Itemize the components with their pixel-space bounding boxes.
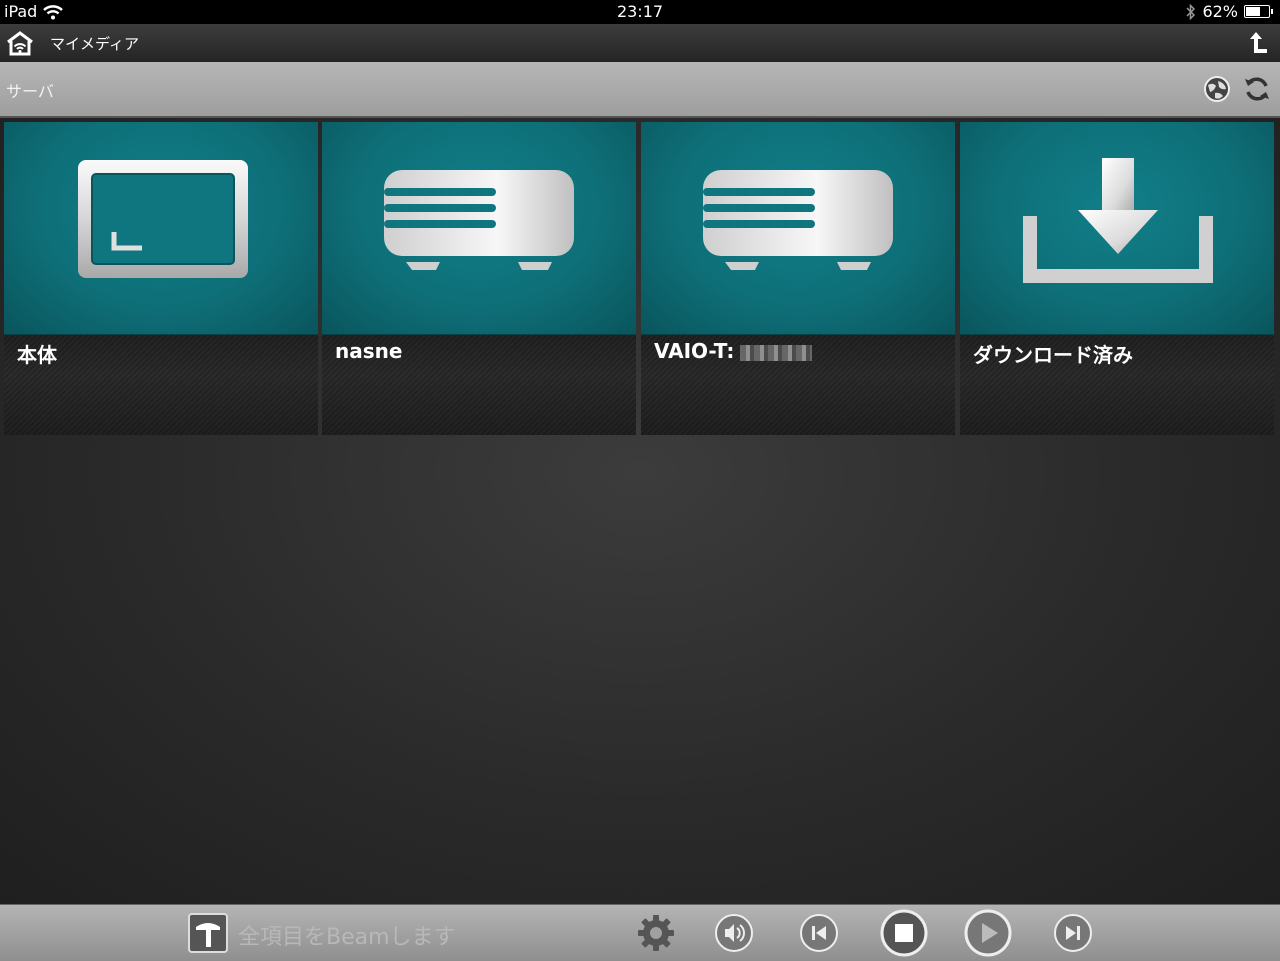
server-bar: サーバ	[0, 62, 1280, 118]
battery-icon	[1244, 5, 1273, 18]
play-icon[interactable]	[964, 909, 1012, 957]
beam-logo-icon[interactable]	[188, 913, 228, 953]
tile-name: VAIO-T:	[654, 339, 813, 363]
server-tile-downloaded[interactable]: ダウンロード済み	[960, 122, 1274, 435]
skip-next-icon[interactable]	[1053, 913, 1093, 953]
server-device-icon	[703, 170, 893, 270]
refresh-icon[interactable]	[1242, 74, 1272, 104]
server-label: サーバ	[6, 82, 54, 101]
volume-icon[interactable]	[714, 913, 754, 953]
tile-name: 本体	[17, 343, 57, 367]
tile-name: ダウンロード済み	[973, 343, 1133, 367]
battery-percent: 62%	[1202, 2, 1238, 21]
server-tile-vaio[interactable]: VAIO-T:	[641, 122, 955, 435]
download-icon	[1023, 158, 1213, 283]
player-toolbar: 全項目をBeamします	[0, 904, 1280, 961]
tablet-icon	[78, 160, 248, 278]
tile-name: nasne	[335, 339, 403, 363]
nav-bar: マイメディア	[0, 24, 1280, 63]
gear-icon[interactable]	[636, 913, 676, 953]
clock: 23:17	[616, 2, 664, 21]
tile-label-area: ダウンロード済み	[960, 335, 1274, 435]
tile-icon-area	[4, 122, 318, 335]
up-arrow-icon[interactable]	[1248, 30, 1268, 56]
tile-icon-area	[641, 122, 955, 335]
server-tile-hontai[interactable]: 本体	[4, 122, 318, 435]
beam-all-label[interactable]: 全項目をBeamします	[238, 919, 456, 951]
server-device-icon	[384, 170, 574, 270]
stop-icon[interactable]	[880, 909, 928, 957]
tile-label-area: 本体	[4, 335, 318, 435]
redacted-name	[740, 344, 813, 361]
bluetooth-icon	[1186, 3, 1196, 20]
skip-previous-icon[interactable]	[799, 913, 839, 953]
status-bar: iPad 23:17 62%	[0, 0, 1280, 24]
tile-icon-area	[322, 122, 636, 335]
server-tile-nasne[interactable]: nasne	[322, 122, 636, 435]
tile-label-area: VAIO-T:	[641, 335, 955, 435]
home-network-icon[interactable]	[6, 30, 34, 56]
globe-icon[interactable]	[1202, 74, 1232, 104]
tile-icon-area	[960, 122, 1274, 335]
tile-label-area: nasne	[322, 335, 636, 435]
server-grid: 本体 nasne VAIO-T: ダウンロード済み	[0, 118, 1280, 904]
page-title: マイメディア	[50, 35, 139, 53]
